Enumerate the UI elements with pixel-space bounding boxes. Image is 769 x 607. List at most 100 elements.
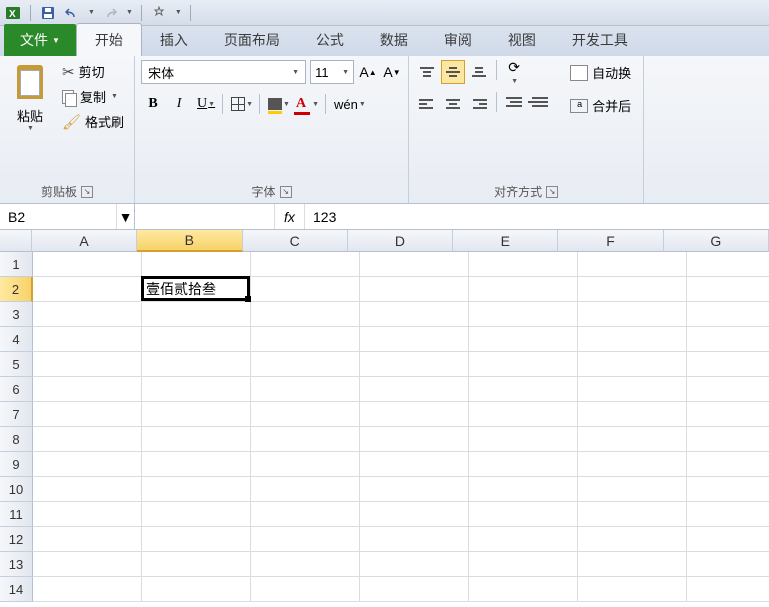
tab-review[interactable]: 审阅	[426, 24, 490, 56]
underline-button[interactable]: U▼	[193, 92, 217, 116]
cell-C13[interactable]	[251, 552, 360, 577]
border-button[interactable]: ▼	[228, 92, 254, 116]
cell-G9[interactable]	[687, 452, 769, 477]
cell-A13[interactable]	[33, 552, 142, 577]
cell-C8[interactable]	[251, 427, 360, 452]
cell-F9[interactable]	[578, 452, 687, 477]
tab-developer[interactable]: 开发工具	[554, 24, 646, 56]
cell-B6[interactable]	[142, 377, 251, 402]
column-header-G[interactable]: G	[664, 230, 769, 252]
cell-D4[interactable]	[360, 327, 469, 352]
orientation-button[interactable]: ⟳▼	[502, 60, 526, 84]
column-header-D[interactable]: D	[348, 230, 453, 252]
tab-view[interactable]: 视图	[490, 24, 554, 56]
cell-C3[interactable]	[251, 302, 360, 327]
tools-dropdown-icon[interactable]: ▼	[175, 9, 182, 16]
cell-G2[interactable]	[687, 277, 769, 302]
cell-D7[interactable]	[360, 402, 469, 427]
cell-G5[interactable]	[687, 352, 769, 377]
tools-icon[interactable]	[150, 4, 168, 22]
column-header-C[interactable]: C	[243, 230, 348, 252]
clipboard-launcher-icon[interactable]: ↘	[81, 186, 93, 198]
row-header-8[interactable]: 8	[0, 427, 33, 452]
cell-A12[interactable]	[33, 527, 142, 552]
cell-F5[interactable]	[578, 352, 687, 377]
cell-A11[interactable]	[33, 502, 142, 527]
row-header-4[interactable]: 4	[0, 327, 33, 352]
cell-F1[interactable]	[578, 252, 687, 277]
cell-D11[interactable]	[360, 502, 469, 527]
cell-E10[interactable]	[469, 477, 578, 502]
cell-D14[interactable]	[360, 577, 469, 602]
cell-D6[interactable]	[360, 377, 469, 402]
cell-E1[interactable]	[469, 252, 578, 277]
tab-file[interactable]: 文件▼	[4, 24, 76, 56]
cell-B10[interactable]	[142, 477, 251, 502]
cell-B12[interactable]	[142, 527, 251, 552]
select-all-corner[interactable]	[0, 230, 32, 252]
increase-font-icon[interactable]: A▲	[358, 60, 378, 84]
cell-F3[interactable]	[578, 302, 687, 327]
cell-B14[interactable]	[142, 577, 251, 602]
align-right-button[interactable]	[467, 92, 491, 116]
tab-formulas[interactable]: 公式	[298, 24, 362, 56]
row-header-12[interactable]: 12	[0, 527, 33, 552]
row-header-9[interactable]: 9	[0, 452, 33, 477]
cell-C2[interactable]	[251, 277, 360, 302]
cell-B4[interactable]	[142, 327, 251, 352]
column-header-F[interactable]: F	[558, 230, 663, 252]
decrease-font-icon[interactable]: A▼	[382, 60, 402, 84]
cell-F6[interactable]	[578, 377, 687, 402]
font-size-select[interactable]: 11▼	[310, 60, 354, 84]
tab-data[interactable]: 数据	[362, 24, 426, 56]
cell-A7[interactable]	[33, 402, 142, 427]
cell-E9[interactable]	[469, 452, 578, 477]
formula-input[interactable]: 123	[305, 204, 769, 229]
cell-F8[interactable]	[578, 427, 687, 452]
cell-A1[interactable]	[33, 252, 142, 277]
alignment-launcher-icon[interactable]: ↘	[546, 186, 558, 198]
cell-F7[interactable]	[578, 402, 687, 427]
name-box-dropdown-icon[interactable]: ▼	[116, 204, 134, 229]
cell-C4[interactable]	[251, 327, 360, 352]
row-header-10[interactable]: 10	[0, 477, 33, 502]
cell-C6[interactable]	[251, 377, 360, 402]
cell-C11[interactable]	[251, 502, 360, 527]
row-header-13[interactable]: 13	[0, 552, 33, 577]
tab-home[interactable]: 开始	[76, 23, 142, 56]
cell-E11[interactable]	[469, 502, 578, 527]
font-name-select[interactable]: 宋体▼	[141, 60, 306, 84]
cut-button[interactable]: ✂剪切	[62, 62, 124, 81]
cell-B8[interactable]	[142, 427, 251, 452]
cell-D12[interactable]	[360, 527, 469, 552]
cell-A4[interactable]	[33, 327, 142, 352]
column-header-A[interactable]: A	[32, 230, 137, 252]
align-top-button[interactable]	[415, 60, 439, 84]
cell-F13[interactable]	[578, 552, 687, 577]
tab-page-layout[interactable]: 页面布局	[206, 24, 298, 56]
fill-color-button[interactable]: ▼	[265, 92, 291, 116]
cell-B9[interactable]	[142, 452, 251, 477]
increase-indent-button[interactable]	[528, 92, 552, 116]
cell-E13[interactable]	[469, 552, 578, 577]
cell-D13[interactable]	[360, 552, 469, 577]
cell-B7[interactable]	[142, 402, 251, 427]
cell-F11[interactable]	[578, 502, 687, 527]
cells-area[interactable]: 壹佰贰拾叁	[33, 252, 769, 602]
align-left-button[interactable]	[415, 92, 439, 116]
cell-G12[interactable]	[687, 527, 769, 552]
cell-E8[interactable]	[469, 427, 578, 452]
cell-G8[interactable]	[687, 427, 769, 452]
cell-F10[interactable]	[578, 477, 687, 502]
undo-icon[interactable]	[63, 4, 81, 22]
cell-D2[interactable]	[360, 277, 469, 302]
cell-C1[interactable]	[251, 252, 360, 277]
row-header-7[interactable]: 7	[0, 402, 33, 427]
align-middle-button[interactable]	[441, 60, 465, 84]
cell-D8[interactable]	[360, 427, 469, 452]
paste-dropdown-icon[interactable]: ▼	[27, 125, 34, 132]
save-icon[interactable]	[39, 4, 57, 22]
cell-A8[interactable]	[33, 427, 142, 452]
cell-F4[interactable]	[578, 327, 687, 352]
qat-customize-icon[interactable]: ▼	[126, 9, 133, 16]
